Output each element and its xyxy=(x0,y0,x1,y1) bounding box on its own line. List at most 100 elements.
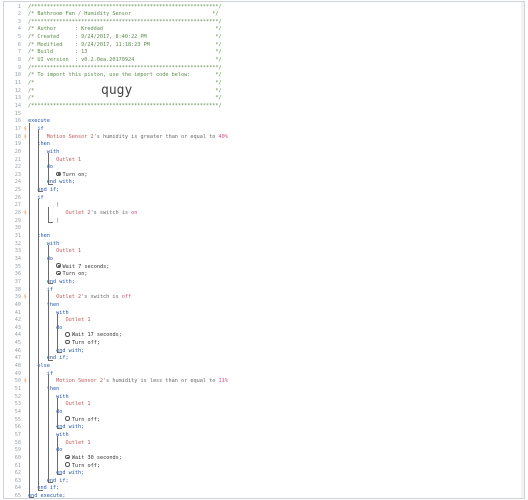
line-number: 54 xyxy=(14,408,21,415)
code-text: with xyxy=(28,240,60,247)
line-number: 36 xyxy=(14,271,21,278)
task-text: Wait 17 seconds; xyxy=(71,332,122,339)
code-line: 26 if xyxy=(4,195,522,203)
line-number: 51 xyxy=(14,386,21,392)
scrollbar[interactable] xyxy=(521,2,524,498)
line-number: 15 xyxy=(14,110,21,117)
line-number: 31 xyxy=(14,233,21,239)
line-number: 20 xyxy=(14,148,21,155)
task-radio-icon[interactable] xyxy=(56,263,61,268)
code-line: 42 Outlet 1 xyxy=(4,317,522,325)
code-line: 8 /* UI version : v0.2.0ea.20170924 */ xyxy=(4,57,522,65)
indent-guide xyxy=(38,489,44,491)
code-text: Outlet 1 xyxy=(28,156,82,163)
code-line: 47 end if; xyxy=(4,355,522,363)
line-number: 7 xyxy=(17,49,21,56)
code-line: 34 do xyxy=(4,256,522,264)
code-token: 's switch is xyxy=(81,294,122,301)
code-text: then xyxy=(28,301,60,308)
code-line: 55 Turn off; xyxy=(4,416,522,425)
device-name[interactable]: Outlet 2 xyxy=(56,294,81,300)
line-number: 19 xyxy=(14,141,21,148)
line-number: 35 xyxy=(14,263,21,270)
code-line: 3 /**************************************… xyxy=(4,19,522,27)
code-line: 21 Outlet 1 xyxy=(4,157,522,165)
line-number: 59 xyxy=(14,447,21,454)
code-text: /***************************************… xyxy=(28,102,222,109)
line-number: 25 xyxy=(14,187,21,194)
code-line: 37 end with; xyxy=(4,279,522,287)
code-line: 12/* */ xyxy=(4,88,522,96)
code-text: /* Modified : 9/24/2017, 11:18:23 PM */ xyxy=(28,41,222,48)
code-line: 58 Outlet 1 xyxy=(4,440,522,448)
line-number: 62 xyxy=(14,470,21,477)
code-line: 60 Wait 30 seconds; xyxy=(4,454,522,463)
code-line: 64 end if; xyxy=(4,485,522,493)
code-editor: 1 /**************************************… xyxy=(3,1,525,499)
line-number: 48 xyxy=(14,363,21,370)
code-line: 2 /* Bathroom Fan / Humidity Sensor */ xyxy=(4,11,522,19)
code-line: 4 /* Author : Kreddad */ xyxy=(4,26,522,34)
line-number: 33 xyxy=(14,248,21,255)
code-line: 11/* */ xyxy=(4,80,522,88)
line-number: 26 xyxy=(14,194,21,201)
line-number: 1 xyxy=(17,3,21,10)
device-name[interactable]: Motion Sensor 2 xyxy=(56,378,103,384)
code-line: 29 ) xyxy=(4,218,522,226)
code-line: 63 end if; xyxy=(4,478,522,486)
code-text: do xyxy=(28,255,53,262)
code-line: 22 do xyxy=(4,164,522,172)
code-line: 36 Turn on; xyxy=(4,271,522,279)
indent-guide xyxy=(57,398,59,429)
code-text: /* UI version : v0.2.0ea.20170924 */ xyxy=(28,57,222,64)
indent-guide xyxy=(57,436,59,475)
line-number: 40 xyxy=(14,301,21,308)
line-number: 38 xyxy=(14,286,21,293)
code-text: do xyxy=(28,164,53,171)
code-text: /* Author : Kreddad */ xyxy=(28,26,222,33)
code-line: 59 do xyxy=(4,447,522,455)
line-number: 52 xyxy=(14,393,21,400)
code-line: 53 Outlet 1 xyxy=(4,401,522,409)
code-line: 23 Turn on; xyxy=(4,171,522,180)
code-line: 25 end if; xyxy=(4,187,522,195)
indent-guide xyxy=(57,474,63,476)
line-number: 46 xyxy=(14,347,21,354)
indent-guide xyxy=(38,191,44,193)
line-number: 21 xyxy=(14,156,21,163)
code-line: 54 do xyxy=(4,409,522,417)
device-name[interactable]: Outlet 2 xyxy=(65,210,90,216)
code-text: ( xyxy=(28,202,60,209)
code-line: 1 /**************************************… xyxy=(4,4,522,12)
line-number: 29 xyxy=(14,217,21,224)
code-text: /***************************************… xyxy=(28,3,222,10)
code-text: Outlet 1 xyxy=(28,439,91,446)
code-line: 15 xyxy=(4,111,522,119)
line-number: 53 xyxy=(14,401,21,408)
task-radio-icon[interactable] xyxy=(65,454,70,460)
code-line: 61 Turn off; xyxy=(4,462,522,471)
task-radio-icon[interactable] xyxy=(65,462,70,467)
task-radio-icon[interactable] xyxy=(56,171,61,176)
code-line: 43 do xyxy=(4,325,522,333)
task-radio-icon[interactable] xyxy=(56,271,61,276)
task-radio-icon[interactable] xyxy=(65,332,70,337)
indent-guide xyxy=(47,183,53,185)
code-text: Turn on; xyxy=(28,271,88,279)
line-number: 34 xyxy=(14,255,21,262)
import-code: qugy xyxy=(101,82,133,98)
code-text: /***************************************… xyxy=(28,64,222,71)
code-text: /***************************************… xyxy=(28,18,222,25)
code-token: 's switch is xyxy=(90,210,132,217)
line-number: 3 xyxy=(17,18,21,25)
indent-guide xyxy=(47,359,53,361)
task-radio-icon[interactable] xyxy=(65,416,70,421)
code-line: 18 § Motion Sensor 2's humidity is greate… xyxy=(4,134,522,142)
code-line: 16 execute xyxy=(4,118,522,126)
code-text: if xyxy=(28,286,53,293)
code-line: 14 /*************************************… xyxy=(4,103,522,111)
device-name[interactable]: Motion Sensor 2 xyxy=(47,134,94,140)
task-radio-icon[interactable] xyxy=(65,339,70,345)
code-text: Motion Sensor 2's humidity is greater th… xyxy=(28,134,228,142)
